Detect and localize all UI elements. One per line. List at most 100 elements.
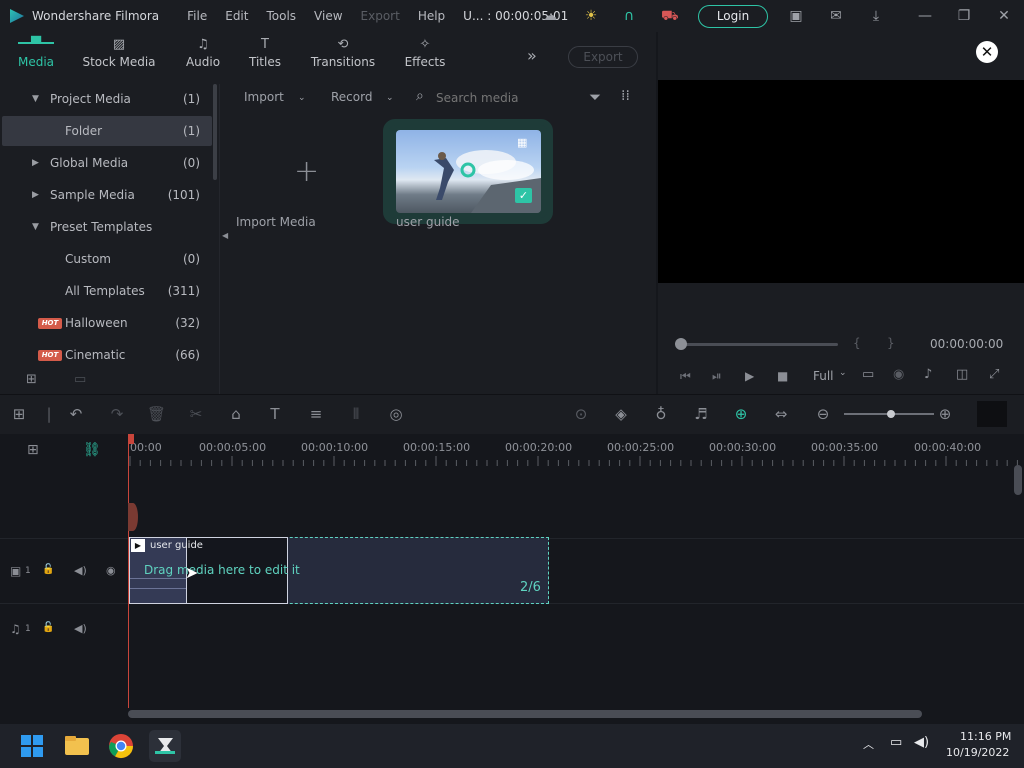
folder-icon[interactable]: ▭	[74, 372, 86, 387]
tree-item-folder[interactable]: Folder (1)	[2, 116, 212, 146]
render-icon[interactable]: ⊙	[572, 405, 590, 423]
mark-out-icon[interactable]: }	[887, 336, 895, 350]
link-icon[interactable]: ⛓	[83, 442, 101, 458]
tag-icon[interactable]: ⌂	[227, 405, 245, 423]
tree-item-all-templates[interactable]: All Templates (311)	[0, 276, 212, 306]
new-folder-icon[interactable]: ⊞	[26, 372, 37, 387]
save-icon[interactable]: ▣	[788, 8, 804, 24]
fit-icon[interactable]: ⇔	[772, 405, 790, 423]
collapse-panel-icon[interactable]: ◀	[222, 231, 228, 240]
volume-icon[interactable]: ♪	[924, 367, 932, 382]
close-icon[interactable]: ✕	[976, 41, 998, 63]
tree-item-project-media[interactable]: ▼ Project Media (1)	[0, 84, 212, 114]
timeline-ruler[interactable]: 00:00 00:00:05:00 00:00:10:00 00:00:15:0…	[128, 434, 1024, 466]
zoom-in-icon[interactable]: ⊕	[936, 405, 954, 423]
export-button[interactable]: Export	[568, 46, 638, 68]
tree-item-custom[interactable]: Custom (0)	[0, 244, 212, 274]
menu-file[interactable]: File	[187, 9, 207, 23]
import-media-tile[interactable]: + Import Media	[236, 132, 376, 229]
cart-icon[interactable]: ⛟	[661, 8, 679, 24]
grid-view-icon[interactable]: ⁞⁞	[621, 88, 630, 104]
adjust-icon[interactable]: ≡	[307, 405, 325, 423]
playhead-marker[interactable]	[128, 503, 138, 531]
volume-tray-icon[interactable]: ◀)	[914, 735, 929, 750]
zoom-out-icon[interactable]: ⊖	[814, 405, 832, 423]
lock-icon[interactable]: 🔓	[42, 564, 54, 575]
stop-icon[interactable]: ■	[777, 369, 788, 383]
checkmark-icon[interactable]: ✓	[515, 188, 532, 203]
marker-icon[interactable]: ◈	[612, 405, 630, 423]
voice-icon[interactable]: ◎	[387, 405, 405, 423]
file-explorer-icon[interactable]	[61, 730, 93, 762]
playhead[interactable]	[128, 436, 129, 708]
preview-progress-bar[interactable]	[678, 343, 838, 346]
tab-effects[interactable]: ✧ Effects	[402, 37, 448, 69]
minimize-icon[interactable]: —	[917, 8, 933, 24]
download-icon[interactable]: ⤓	[868, 8, 884, 24]
menu-export[interactable]: Export	[361, 9, 400, 23]
chrome-icon[interactable]	[105, 730, 137, 762]
redo-icon[interactable]: ↷	[108, 405, 126, 423]
delete-icon[interactable]: 🗑	[147, 405, 166, 423]
snapshot-icon[interactable]: ◉	[893, 367, 904, 382]
cut-icon[interactable]: ✂	[187, 405, 205, 423]
timeline-horizontal-scrollbar[interactable]	[128, 710, 922, 718]
windows-start-icon[interactable]	[16, 730, 48, 762]
tab-transitions[interactable]: ⟲ Transitions	[310, 37, 376, 69]
tree-item-halloween[interactable]: HOT Halloween (32)	[0, 308, 212, 338]
restore-icon[interactable]: ❐	[956, 8, 972, 24]
record-dropdown[interactable]: Record	[331, 90, 372, 104]
eye-icon[interactable]: ◉	[106, 564, 116, 577]
clock-date[interactable]: 10/19/2022	[946, 746, 1009, 759]
mark-in-icon[interactable]: {	[853, 336, 861, 350]
panel-toggle-icon[interactable]	[977, 401, 1007, 427]
search-media-input[interactable]	[436, 86, 576, 110]
audio-wave-icon[interactable]: ⦀	[347, 405, 365, 423]
bulb-icon[interactable]: ☀	[583, 8, 599, 24]
zoom-handle[interactable]	[887, 410, 895, 418]
play-icon[interactable]: ▶	[745, 369, 754, 383]
tab-titles[interactable]: T Titles	[244, 37, 286, 69]
tree-item-sample-media[interactable]: ▶ Sample Media (101)	[0, 180, 212, 210]
progress-handle[interactable]	[675, 338, 687, 350]
lock-icon[interactable]: 🔓	[42, 622, 54, 633]
tree-scrollbar[interactable]	[213, 84, 217, 180]
snap-icon[interactable]: ⊕	[732, 405, 750, 423]
close-window-icon[interactable]: ✕	[996, 8, 1012, 24]
playhead-handle[interactable]	[128, 434, 134, 444]
filter-icon[interactable]: ⏷	[589, 88, 601, 106]
import-dropdown[interactable]: Import	[244, 90, 284, 104]
microphone-icon[interactable]: ♁	[652, 405, 670, 423]
tab-stock-media[interactable]: ▨ Stock Media	[80, 37, 158, 69]
previous-frame-icon[interactable]: ⏮	[680, 369, 691, 384]
login-button[interactable]: Login	[698, 5, 768, 28]
chevron-up-icon[interactable]: ︿	[863, 736, 874, 752]
tree-item-global-media[interactable]: ▶ Global Media (0)	[0, 148, 212, 178]
clock-time[interactable]: 11:16 PM	[960, 730, 1011, 743]
text-icon[interactable]: T	[266, 405, 284, 423]
mail-icon[interactable]: ✉	[828, 8, 844, 24]
play-back-icon[interactable]: ⏯	[712, 369, 722, 384]
quality-dropdown[interactable]: Full	[813, 369, 834, 383]
filmora-taskbar-icon[interactable]	[149, 730, 181, 762]
more-tabs-icon[interactable]: »	[527, 46, 537, 65]
menu-help[interactable]: Help	[418, 9, 445, 23]
menu-tools[interactable]: Tools	[266, 9, 296, 23]
speaker-icon[interactable]: ◀)	[74, 622, 87, 635]
speaker-icon[interactable]: ◀)	[74, 564, 87, 577]
display-icon[interactable]: ▭	[890, 735, 902, 750]
menu-edit[interactable]: Edit	[225, 9, 248, 23]
music-list-icon[interactable]: ♬	[692, 405, 710, 423]
support-icon[interactable]: ∩	[621, 8, 637, 24]
tab-audio[interactable]: ♫ Audio	[182, 37, 224, 69]
menu-view[interactable]: View	[314, 9, 342, 23]
undo-icon[interactable]: ↶	[67, 405, 85, 423]
tree-item-preset-templates[interactable]: ▼ Preset Templates	[0, 212, 212, 242]
add-track-icon[interactable]: ⊞	[27, 442, 39, 458]
pip-icon[interactable]: ◫	[956, 367, 968, 382]
layout-icon[interactable]: ⊞	[10, 405, 28, 423]
timeline-vertical-scrollbar[interactable]	[1014, 465, 1022, 495]
tree-item-cinematic[interactable]: HOT Cinematic (66)	[0, 340, 212, 370]
cloud-icon[interactable]: ☁	[542, 8, 558, 24]
fullscreen-icon[interactable]: ⤢	[989, 367, 999, 382]
